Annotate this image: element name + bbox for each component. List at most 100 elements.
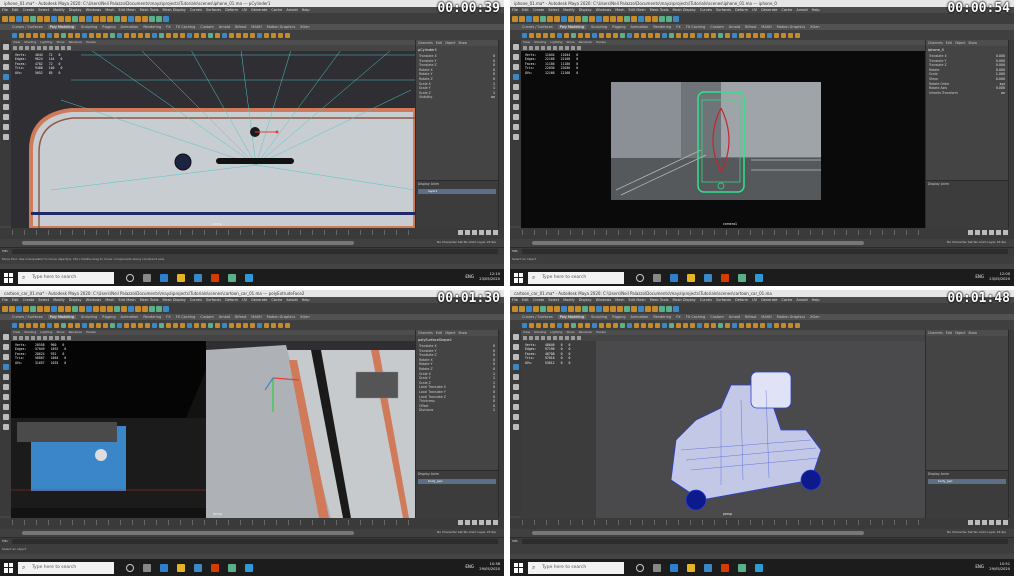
status-tool-icon[interactable] <box>575 15 581 22</box>
status-tool-icon[interactable] <box>666 305 672 312</box>
status-tool-icon[interactable] <box>37 305 43 312</box>
viewport-menu-item[interactable]: Renderer <box>69 330 83 334</box>
move-tool-icon[interactable] <box>2 74 9 80</box>
menu-item[interactable]: Surfaces <box>206 8 221 12</box>
shelf-tab[interactable]: Sculpting <box>81 315 97 319</box>
shelf-tool-icon[interactable] <box>187 322 192 328</box>
status-tool-icon[interactable] <box>645 15 651 22</box>
shelf-tab[interactable]: Arnold <box>219 315 230 319</box>
status-tool-icon[interactable] <box>2 305 8 312</box>
shelf-tool-icon[interactable] <box>215 322 220 328</box>
status-tool-icon[interactable] <box>107 305 113 312</box>
menu-item[interactable]: Curves <box>190 298 202 302</box>
edge-icon[interactable] <box>160 563 168 572</box>
shelf-tool-icon[interactable] <box>732 32 737 38</box>
shelf-tool-icon[interactable] <box>732 322 737 328</box>
status-tool-icon[interactable] <box>568 15 574 22</box>
shelf-tool-icon[interactable] <box>33 32 38 38</box>
status-tool-icon[interactable] <box>673 305 679 312</box>
shelf-tool-icon[interactable] <box>250 322 255 328</box>
channel-menu-item[interactable]: Show <box>968 331 977 335</box>
shelf-tab[interactable]: Rendering <box>143 315 161 319</box>
step-back-icon[interactable] <box>975 520 980 525</box>
shelf-tool-icon[interactable] <box>152 322 157 328</box>
channel-attr-row[interactable]: Visibility on <box>416 95 498 100</box>
textured-icon[interactable] <box>37 336 41 340</box>
smooth-shade-icon[interactable] <box>541 46 545 50</box>
menu-item[interactable]: Select <box>38 298 49 302</box>
shelf-tool-icon[interactable] <box>655 32 660 38</box>
status-tool-icon[interactable] <box>582 305 588 312</box>
play-back-icon[interactable] <box>472 520 477 525</box>
menu-item[interactable]: Surfaces <box>206 298 221 302</box>
range-slider-bar[interactable] <box>22 241 354 245</box>
shelf-tool-icon[interactable] <box>606 322 611 328</box>
status-tool-icon[interactable] <box>100 305 106 312</box>
shelf-tab[interactable]: FX <box>676 25 680 29</box>
menu-item[interactable]: Generate <box>761 298 777 302</box>
status-tool-icon[interactable] <box>58 305 64 312</box>
language-indicator[interactable]: ENG <box>975 274 984 279</box>
menu-item[interactable]: Display <box>69 298 82 302</box>
menu-item[interactable]: Help <box>812 298 820 302</box>
channel-menu-item[interactable]: Channels <box>418 331 433 335</box>
paint-select-icon[interactable] <box>512 354 519 360</box>
chrome-icon[interactable] <box>228 563 236 572</box>
menu-item[interactable]: Mesh <box>105 8 114 12</box>
camera-icon[interactable] <box>13 46 17 50</box>
status-tool-icon[interactable] <box>37 15 43 22</box>
shelf-tab[interactable]: Custom <box>710 25 723 29</box>
shelf-tab[interactable]: Rigging <box>102 25 115 29</box>
shelf-tool-icon[interactable] <box>229 32 234 38</box>
status-tool-icon[interactable] <box>603 15 609 22</box>
time-ruler[interactable] <box>522 520 924 525</box>
maya-app-icon[interactable] <box>755 563 763 572</box>
shelf-tool-icon[interactable] <box>690 32 695 38</box>
scale-tool-icon[interactable] <box>512 384 519 390</box>
four-view-icon[interactable] <box>512 414 519 420</box>
status-tool-icon[interactable] <box>638 15 644 22</box>
shelf-tab[interactable]: Poly Modeling <box>557 315 586 319</box>
status-tool-icon[interactable] <box>16 15 22 22</box>
status-tool-icon[interactable] <box>610 305 616 312</box>
menu-item[interactable]: Mesh Display <box>673 8 696 12</box>
shelf-tab[interactable]: XGen <box>300 315 309 319</box>
status-tool-icon[interactable] <box>135 305 141 312</box>
status-tool-icon[interactable] <box>65 15 71 22</box>
status-tool-icon[interactable] <box>645 305 651 312</box>
channel-menu-item[interactable]: Object <box>955 41 965 45</box>
status-tool-icon[interactable] <box>128 15 134 22</box>
status-tool-icon[interactable] <box>659 15 665 22</box>
shelf-tool-icon[interactable] <box>19 322 24 328</box>
shelf-tool-icon[interactable] <box>166 32 171 38</box>
shelf-tool-icon[interactable] <box>110 322 115 328</box>
command-input[interactable] <box>522 249 1008 254</box>
store-icon[interactable] <box>704 273 712 282</box>
viewport-menu-item[interactable]: Panels <box>596 330 606 334</box>
camera-icon[interactable] <box>523 336 527 340</box>
status-tool-icon[interactable] <box>596 305 602 312</box>
time-ruler[interactable] <box>522 230 924 235</box>
shelf-tool-icon[interactable] <box>152 32 157 38</box>
four-view-icon[interactable] <box>512 124 519 130</box>
status-tool-icon[interactable] <box>568 305 574 312</box>
shelf-tool-icon[interactable] <box>585 322 590 328</box>
resolution-gate-icon[interactable] <box>577 46 581 50</box>
status-tool-icon[interactable] <box>512 15 518 22</box>
command-input[interactable] <box>522 539 1008 544</box>
maya-app-icon[interactable] <box>245 273 253 282</box>
range-slider-bar[interactable] <box>22 531 354 535</box>
range-slider[interactable]: No Character Set No Anim Layer 24 fps <box>0 239 504 247</box>
status-tool-icon[interactable] <box>561 15 567 22</box>
shelf-tool-icon[interactable] <box>767 322 772 328</box>
status-tool-icon[interactable] <box>554 305 560 312</box>
play-forward-icon[interactable] <box>989 230 994 235</box>
shelf-tool-icon[interactable] <box>606 32 611 38</box>
shelf-tab[interactable]: Motion Graphics <box>777 25 805 29</box>
single-view-icon[interactable] <box>512 404 519 410</box>
shelf-tool-icon[interactable] <box>166 322 171 328</box>
menu-item[interactable]: Edit <box>12 8 19 12</box>
shelf-tab[interactable]: Poly Modeling <box>557 25 586 29</box>
viewport-menu-item[interactable]: Renderer <box>579 330 593 334</box>
scale-tool-icon[interactable] <box>512 94 519 100</box>
